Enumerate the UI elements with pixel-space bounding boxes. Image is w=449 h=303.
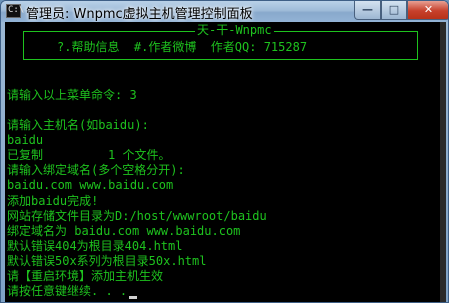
copy-result: 已复制 1 个文件。 bbox=[7, 148, 171, 162]
text-cursor bbox=[129, 296, 138, 299]
press-any-key-text: 请按任意键继续. . . bbox=[7, 284, 128, 298]
close-button[interactable]: ✕ bbox=[407, 1, 448, 20]
prompt-domain: 请输入绑定域名(多个空格分开): bbox=[7, 163, 185, 177]
prompt-hostname: 请输入主机名(如baidu): bbox=[7, 118, 149, 132]
title-bar[interactable]: C:\ 管理员: Wnpmc虚拟主机管理控制面板 — □ ✕ bbox=[1, 1, 448, 22]
console-window: C:\ 管理员: Wnpmc虚拟主机管理控制面板 — □ ✕ 天-干-Wnpmc… bbox=[0, 0, 449, 303]
console-icon[interactable]: C:\ bbox=[6, 4, 24, 18]
error-50x: 默认错误50x系列为根目录50x.html bbox=[7, 254, 207, 268]
error-404: 默认错误404为根目录404.html bbox=[7, 239, 183, 253]
banner-bottom-border bbox=[23, 59, 418, 60]
console-scrollbar[interactable] bbox=[440, 22, 446, 302]
restart-note: 请【重启环境】添加主机生效 bbox=[7, 269, 164, 283]
maximize-button[interactable]: □ bbox=[381, 1, 407, 20]
banner-menu: ?.帮助信息 #.作者微博 作者QQ: 715287 bbox=[57, 40, 308, 54]
banner-left-border bbox=[23, 31, 24, 59]
bound-domains: 绑定域名为 baidu.com www.baidu.com bbox=[7, 224, 241, 238]
storage-dir: 网站存储文件目录为D:/host/wwwroot/baidu bbox=[7, 209, 267, 223]
add-complete: 添加baidu完成! bbox=[7, 194, 99, 208]
banner-title: 天-干-Wnpmc bbox=[195, 23, 274, 37]
input-domain: baidu.com www.baidu.com bbox=[7, 178, 174, 192]
input-hostname: baidu bbox=[7, 133, 44, 147]
prompt-menu-command: 请输入以上菜单命令: 3 bbox=[7, 88, 137, 102]
console-output[interactable]: 天-干-Wnpmc ?.帮助信息 #.作者微博 作者QQ: 715287 请输入… bbox=[5, 22, 446, 302]
banner-right-border bbox=[417, 31, 418, 59]
minimize-button[interactable]: — bbox=[354, 1, 381, 20]
window-title: 管理员: Wnpmc虚拟主机管理控制面板 bbox=[26, 7, 253, 22]
press-any-key: 请按任意键继续. . . bbox=[7, 284, 138, 299]
